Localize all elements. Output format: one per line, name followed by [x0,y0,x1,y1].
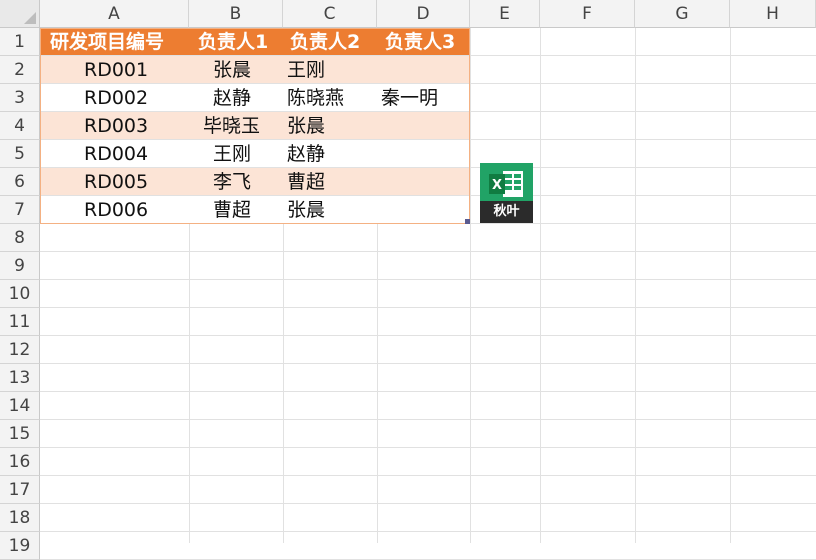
table-cell[interactable]: RD006 [84,196,148,224]
row-header-13[interactable]: 13 [0,364,40,392]
table-header-cell[interactable]: 研发项目编号 [50,28,164,56]
gridline-horizontal [40,503,816,504]
row-header-2[interactable]: 2 [0,56,40,84]
spreadsheet-icon: X [489,171,523,197]
column-header-h[interactable]: H [730,0,816,28]
table-cell[interactable]: 赵静 [213,84,251,112]
table-cell[interactable]: 陈晓燕 [287,84,344,112]
table-cell[interactable]: 王刚 [287,56,325,84]
row-header-4[interactable]: 4 [0,112,40,140]
row-header-14[interactable]: 14 [0,392,40,420]
row-header-8[interactable]: 8 [0,224,40,252]
row-header-1[interactable]: 1 [0,28,40,56]
table-cell[interactable]: 李飞 [213,168,251,196]
gridline-horizontal [40,391,816,392]
gridline-horizontal [40,363,816,364]
table-cell[interactable]: 毕晓玉 [203,112,260,140]
row-header-5[interactable]: 5 [0,140,40,168]
gridline-vertical [470,28,471,543]
table-cell[interactable]: 曹超 [213,196,251,224]
gridline-horizontal [40,531,816,532]
table-cell[interactable]: 赵静 [287,140,325,168]
excel-logo-icon: X [480,163,533,201]
row-header-7[interactable]: 7 [0,196,40,224]
table-cell[interactable]: RD002 [84,84,148,112]
table-cell[interactable]: 张晨 [287,112,325,140]
gridline-horizontal [40,475,816,476]
column-header-f[interactable]: F [540,0,635,28]
table-cell[interactable]: 王刚 [213,140,251,168]
gridline-horizontal [40,279,816,280]
table-cell[interactable]: RD005 [84,168,148,196]
gridline-horizontal [40,307,816,308]
logo-letter: X [492,178,502,193]
gridline-horizontal [40,419,816,420]
table-cell[interactable]: 张晨 [287,196,325,224]
logo-label: 秋叶 [480,201,533,223]
column-header-e[interactable]: E [470,0,540,28]
excel-logo: X 秋叶 [480,163,533,223]
row-header-19[interactable]: 19 [0,532,40,560]
gridline-horizontal [40,251,816,252]
table-cell[interactable]: 张晨 [213,56,251,84]
table-header-cell[interactable]: 负责人3 [385,28,455,56]
table-cell[interactable]: 秦一明 [381,84,438,112]
row-header-6[interactable]: 6 [0,168,40,196]
gridline-horizontal [40,335,816,336]
table-cell[interactable]: 曹超 [287,168,325,196]
select-all-corner[interactable] [0,0,40,28]
row-header-3[interactable]: 3 [0,84,40,112]
column-header-g[interactable]: G [635,0,730,28]
gridline-vertical [540,28,541,543]
row-header-9[interactable]: 9 [0,252,40,280]
row-header-11[interactable]: 11 [0,308,40,336]
gridline-vertical [730,28,731,543]
table-cell[interactable]: RD001 [84,56,148,84]
column-header-d[interactable]: D [377,0,470,28]
row-header-17[interactable]: 17 [0,476,40,504]
gridline-horizontal [40,447,816,448]
column-header-a[interactable]: A [40,0,189,28]
table-cell[interactable]: RD004 [84,140,148,168]
table-cell[interactable]: RD003 [84,112,148,140]
row-header-12[interactable]: 12 [0,336,40,364]
gridline-horizontal [40,223,816,224]
gridline-vertical [635,28,636,543]
table-header-cell[interactable]: 负责人2 [290,28,360,56]
row-header-16[interactable]: 16 [0,448,40,476]
row-header-10[interactable]: 10 [0,280,40,308]
row-header-15[interactable]: 15 [0,420,40,448]
table-resize-handle[interactable] [465,219,470,224]
spreadsheet: ABCDEFGH 1 2 3 4 5 6 7 8 9 10 11 12 13 14 15 16 17 18 19 研… [0,0,816,560]
column-header-b[interactable]: B [189,0,283,28]
table-header-cell[interactable]: 负责人1 [198,28,268,56]
row-header-18[interactable]: 18 [0,504,40,532]
column-header-c[interactable]: C [283,0,377,28]
